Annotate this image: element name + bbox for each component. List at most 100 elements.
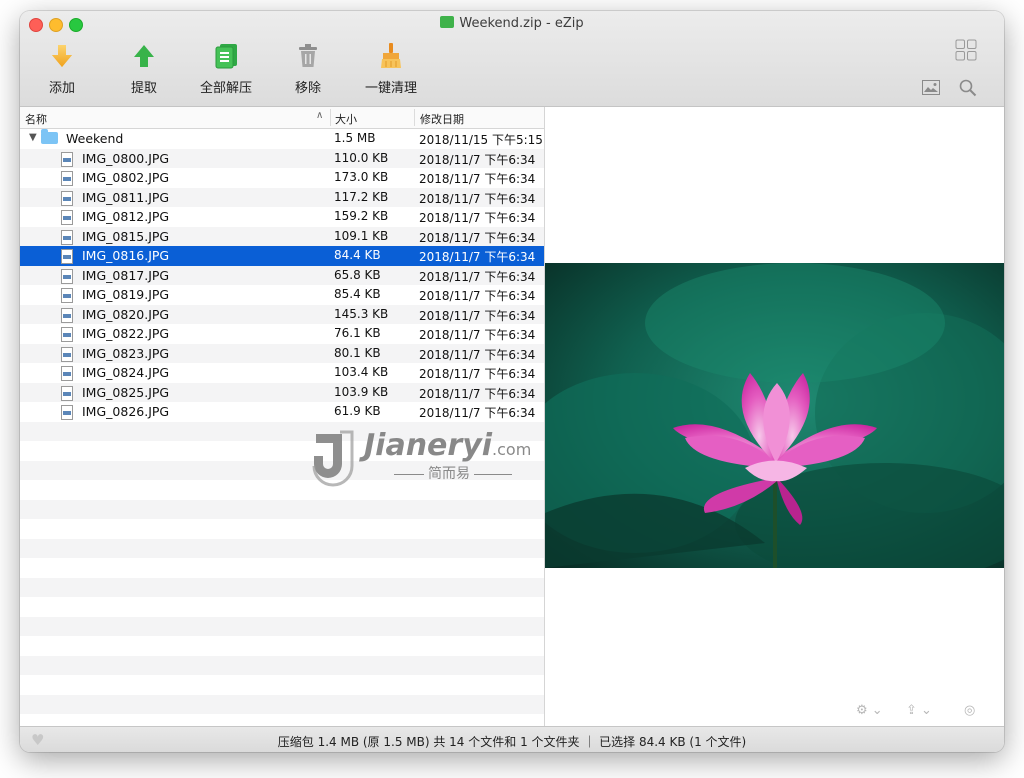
file-name: IMG_0822.JPG <box>82 326 170 341</box>
file-name: IMG_0825.JPG <box>82 384 170 400</box>
file-row[interactable]: IMG_0823.JPG 80.1 KB 2018/11/7 下午6:34 <box>20 343 544 363</box>
image-preview-icon[interactable] <box>922 80 940 99</box>
extract-button[interactable]: 提取 <box>122 41 166 96</box>
file-name: IMG_0826.JPG <box>82 404 170 419</box>
settings-gear-icon[interactable]: ⚙︎ ⌄ <box>856 703 883 718</box>
jpg-file-icon <box>61 307 73 323</box>
file-date: 2018/11/7 下午6:34 <box>419 367 536 381</box>
share-icon[interactable]: ⇪ ⌄ <box>906 703 932 718</box>
file-size: 110.0 KB <box>334 150 389 165</box>
file-row[interactable]: IMG_0817.JPG 65.8 KB 2018/11/7 下午6:34 <box>20 265 544 285</box>
jpg-file-icon <box>61 385 73 401</box>
app-window: Weekend.zip - eZip 添加 提取 全部解压 移除 一键清理 名称… <box>20 11 1004 752</box>
file-size: 61.9 KB <box>334 404 381 418</box>
broom-icon <box>360 41 422 71</box>
file-size: 145.3 KB <box>334 306 389 321</box>
file-name: IMG_0812.JPG <box>82 209 170 224</box>
grid-view-icon[interactable] <box>955 39 977 65</box>
file-row[interactable]: IMG_0815.JPG 109.1 KB 2018/11/7 下午6:34 <box>20 226 544 246</box>
empty-row <box>20 675 544 695</box>
file-row[interactable]: IMG_0822.JPG 76.1 KB 2018/11/7 下午6:34 <box>20 324 544 344</box>
trash-icon <box>286 41 330 71</box>
jpg-file-icon <box>61 190 73 206</box>
empty-row <box>20 655 544 675</box>
one-click-clean-button[interactable]: 一键清理 <box>360 41 422 96</box>
file-row[interactable]: IMG_0824.JPG 103.4 KB 2018/11/7 下午6:34 <box>20 363 544 383</box>
sort-ascending-icon[interactable]: ∧ <box>316 110 323 121</box>
file-list-pane: 名称 ∧ 大小 修改日期 ▼ Weekend 1.5 MB 2018/11/15… <box>20 107 545 726</box>
file-row[interactable]: IMG_0826.JPG 61.9 KB 2018/11/7 下午6:34 <box>20 402 544 422</box>
one-click-clean-button-label: 一键清理 <box>364 81 417 96</box>
preview-pane: ⚙︎ ⌄ ⇪ ⌄ ◎ <box>545 107 1004 726</box>
file-row[interactable]: IMG_0825.JPG 103.9 KB 2018/11/7 下午6:34 <box>20 382 544 402</box>
window-title-bar-text: Weekend.zip - eZip <box>20 16 1004 31</box>
file-date: 2018/11/7 下午6:34 <box>419 406 536 420</box>
remove-button[interactable]: 移除 <box>286 41 330 96</box>
jpg-file-icon <box>61 210 73 225</box>
empty-row <box>20 597 544 617</box>
column-header-size[interactable]: 大小 <box>335 111 357 127</box>
file-name: IMG_0823.JPG <box>82 345 170 361</box>
file-date: 2018/11/7 下午6:34 <box>419 172 536 186</box>
column-header-name[interactable]: 名称 <box>25 111 47 127</box>
column-header: 名称 ∧ 大小 修改日期 <box>20 107 544 129</box>
extract-all-button[interactable]: 全部解压 <box>195 41 257 96</box>
jpg-file-icon <box>61 288 73 303</box>
status-text: 压缩包 1.4 MB (原 1.5 MB) 共 14 个文件和 1 个文件夹 ｜… <box>277 735 747 749</box>
file-date: 2018/11/7 下午6:34 <box>419 269 536 284</box>
file-row[interactable]: IMG_0820.JPG 145.3 KB 2018/11/7 下午6:34 <box>20 304 544 324</box>
search-icon[interactable] <box>959 79 977 101</box>
file-size: 65.8 KB <box>334 267 381 282</box>
add-button-label: 添加 <box>48 81 75 96</box>
disclosure-triangle-icon[interactable]: ▼ <box>29 132 37 143</box>
file-size: 159.2 KB <box>334 209 389 223</box>
file-row[interactable]: IMG_0800.JPG 110.0 KB 2018/11/7 下午6:34 <box>20 148 544 168</box>
jpg-file-icon <box>61 249 73 264</box>
folder-size: 1.5 MB <box>334 131 376 145</box>
file-date: 2018/11/7 下午6:34 <box>419 289 536 303</box>
jpg-file-icon <box>61 268 73 284</box>
file-name: IMG_0811.JPG <box>82 189 170 205</box>
file-row[interactable]: IMG_0819.JPG 85.4 KB 2018/11/7 下午6:34 <box>20 285 544 305</box>
jpg-file-icon <box>61 229 73 245</box>
file-size: 84.4 KB <box>334 248 381 262</box>
file-name: IMG_0824.JPG <box>82 365 170 380</box>
jpg-file-icon <box>61 151 73 167</box>
folder-icon <box>41 129 58 144</box>
empty-row <box>20 499 544 519</box>
file-row[interactable]: IMG_0802.JPG 173.0 KB 2018/11/7 下午6:34 <box>20 168 544 188</box>
file-date: 2018/11/7 下午6:34 <box>419 191 536 206</box>
airdrop-icon[interactable]: ◎ <box>964 703 975 718</box>
folder-row[interactable]: ▼ Weekend 1.5 MB 2018/11/15 下午5:15 <box>20 129 544 149</box>
empty-row <box>20 616 544 636</box>
file-name: IMG_0800.JPG <box>82 150 170 166</box>
empty-row <box>20 538 544 558</box>
watermark-logo: Jianeryi.com 简而易 <box>310 428 540 490</box>
file-date: 2018/11/7 下午6:34 <box>419 211 536 225</box>
watermark-suffix: .com <box>492 440 532 459</box>
status-bar: ♥ 压缩包 1.4 MB (原 1.5 MB) 共 14 个文件和 1 个文件夹… <box>20 726 1004 752</box>
empty-row <box>20 714 544 726</box>
extract-button-label: 提取 <box>130 81 157 96</box>
add-arrow-down-icon <box>40 41 84 71</box>
file-date: 2018/11/7 下午6:34 <box>419 308 536 323</box>
file-row[interactable]: IMG_0816.JPG 84.4 KB 2018/11/7 下午6:34 <box>20 246 544 266</box>
empty-row <box>20 694 544 714</box>
file-row[interactable]: IMG_0812.JPG 159.2 KB 2018/11/7 下午6:34 <box>20 207 544 227</box>
empty-row <box>20 558 544 578</box>
file-date: 2018/11/7 下午6:34 <box>419 230 536 245</box>
file-size: 109.1 KB <box>334 228 389 243</box>
jpg-file-icon <box>61 346 73 362</box>
lotus-photo-preview <box>545 263 1004 568</box>
extract-arrow-up-icon <box>122 41 166 71</box>
extract-all-button-label: 全部解压 <box>199 81 252 96</box>
file-row[interactable]: IMG_0811.JPG 117.2 KB 2018/11/7 下午6:34 <box>20 187 544 207</box>
watermark-tagline: 简而易 <box>428 466 470 482</box>
column-header-date[interactable]: 修改日期 <box>420 111 464 127</box>
zip-file-icon <box>440 16 455 28</box>
titlebar: Weekend.zip - eZip 添加 提取 全部解压 移除 一键清理 <box>20 11 1004 107</box>
file-size: 117.2 KB <box>334 189 389 204</box>
add-button[interactable]: 添加 <box>40 41 84 96</box>
jpg-file-icon <box>61 171 73 186</box>
file-date: 2018/11/7 下午6:34 <box>419 152 536 167</box>
